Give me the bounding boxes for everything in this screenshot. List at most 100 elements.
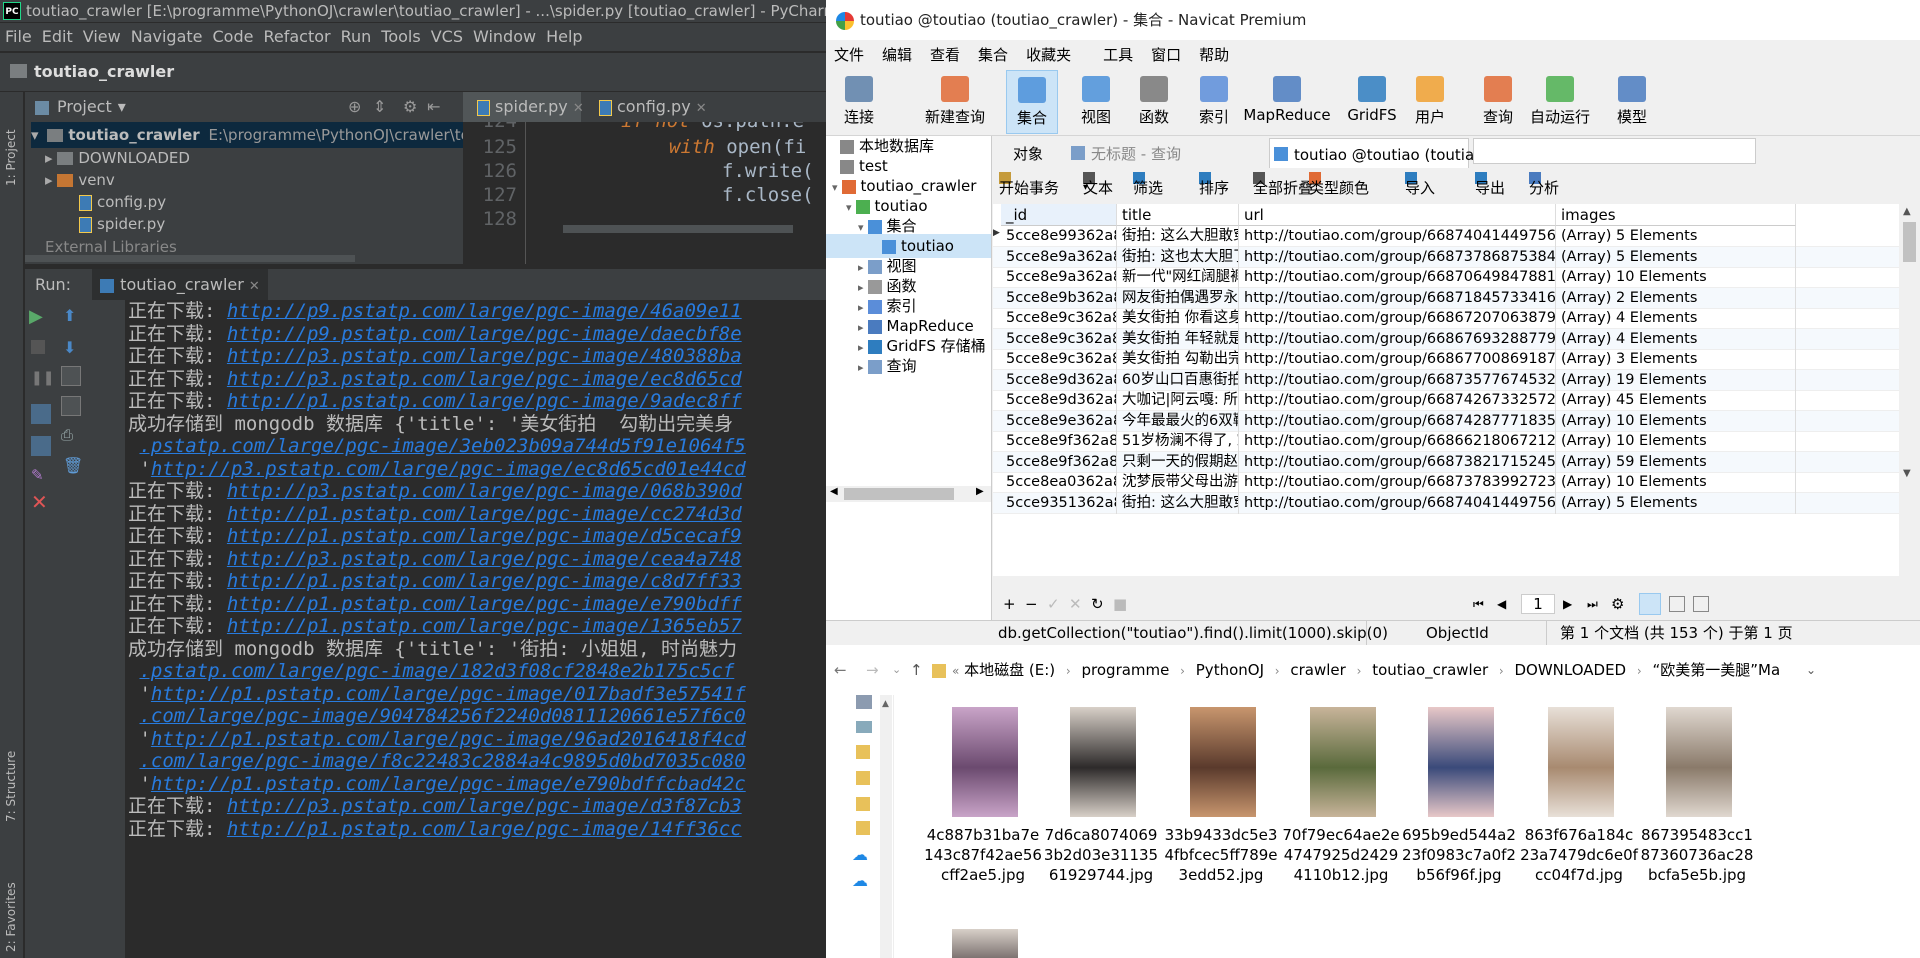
down-arrow-icon[interactable]: ⬇ — [63, 338, 83, 358]
table-cell[interactable]: http://toutiao.com/group/668735776745324… — [1239, 369, 1556, 391]
table-cell[interactable]: http://toutiao.com/group/668737839927237… — [1239, 472, 1556, 493]
toolbar-user-button[interactable]: 用户 — [1404, 70, 1456, 134]
console-link[interactable]: http://p1.pstatp.com/large/pgc-image/136… — [227, 615, 742, 637]
stop-icon[interactable] — [31, 340, 45, 354]
last-page-icon[interactable]: ⏭ — [1587, 590, 1598, 618]
grid-horizontal-scrollbar[interactable] — [993, 576, 1899, 588]
table-row[interactable]: 5cce8e9c362a8b2a2美女街拍 勾勒出完美http://toutia… — [993, 349, 1899, 370]
image-thumbnail[interactable] — [1548, 707, 1614, 817]
favorites-tool-tab[interactable]: 2: Favorites — [4, 862, 18, 952]
table-cell[interactable]: (Array) 5 Elements — [1556, 246, 1796, 268]
table-cell[interactable]: 只剩一天的假期赵佳丽 — [1117, 451, 1239, 473]
table-cell[interactable]: 5cce8e9f362a8b2a2 — [1001, 451, 1117, 473]
table-cell[interactable]: 51岁杨澜不得了, 穿 — [1117, 431, 1239, 452]
console-link[interactable]: http://p9.pstatp.com/large/pgc-image/dae… — [227, 323, 742, 345]
console-link[interactable]: http://p3.pstatp.com/large/pgc-image/480… — [227, 345, 742, 367]
gear-icon[interactable]: ⚙ — [403, 92, 417, 122]
next-page-icon[interactable]: ▶ — [1563, 590, 1572, 618]
expand-arrow-icon[interactable]: ▾ — [858, 221, 864, 234]
table-row[interactable]: ▶5cce8e99362a8b2a2街拍: 这么大胆敢穿的http://tout… — [993, 226, 1899, 247]
table-cell[interactable]: 5cce8e9b362a8b2a2 — [1001, 287, 1117, 309]
console-link[interactable]: http://p1.pstatp.com/large/pgc-image/9ad… — [227, 390, 742, 412]
console-link[interactable]: http://p3.pstatp.com/large/pgc-image/ec8… — [151, 458, 746, 480]
tab-untitled-query[interactable]: 无标题 - 查询 — [1067, 138, 1265, 168]
structure-tool-tab[interactable]: 7: Structure — [4, 732, 18, 822]
table-row[interactable]: 5cce8e9c362a8b2a2美女街拍 你看这身材http://toutia… — [993, 308, 1899, 329]
table-cell[interactable]: http://toutiao.com/group/668740414497567… — [1239, 492, 1556, 514]
add-record-icon[interactable]: + — [1003, 590, 1016, 618]
trash-icon[interactable]: 🗑 — [63, 456, 83, 476]
tab-config[interactable]: config.py ✕ — [585, 92, 707, 122]
menu-help[interactable]: Help — [541, 23, 587, 51]
toolbar-connection-button[interactable]: 连接 — [838, 70, 880, 134]
pin-icon[interactable]: ✎ — [31, 466, 51, 486]
first-page-icon[interactable]: ⏮ — [1473, 590, 1484, 618]
scroll-up-icon[interactable]: ▲ — [882, 699, 889, 709]
table-row[interactable]: 5cce8e9a362a8b2a2新一代"网红阔腿裤"走http://touti… — [993, 267, 1899, 288]
toolbar-function-button[interactable]: 函数 — [1128, 70, 1180, 134]
table-cell[interactable]: 5cce8ea0362a8b2a2 — [1001, 472, 1117, 493]
breadcrumb-item[interactable]: DOWNLOADED — [1514, 661, 1626, 679]
table-cell[interactable]: 5cce9351362a8b2e2 — [1001, 492, 1117, 514]
breadcrumb-item[interactable]: “欧美第一美腿”Ma — [1652, 661, 1780, 679]
collapse-icon[interactable]: ⇕ — [373, 92, 386, 122]
image-thumbnail[interactable] — [1310, 707, 1376, 817]
expand-arrow-icon[interactable]: ▸ — [45, 149, 53, 167]
table-cell[interactable]: (Array) 4 Elements — [1556, 308, 1796, 329]
table-row[interactable]: 5cce8e9c362a8b2a2美女街拍 年轻就是好!http://touti… — [993, 328, 1899, 350]
table-cell[interactable]: (Array) 10 Elements — [1556, 472, 1796, 493]
prev-page-icon[interactable]: ◀ — [1497, 590, 1506, 618]
close-icon[interactable]: ✕ — [31, 490, 51, 514]
image-thumbnail[interactable] — [1666, 707, 1732, 817]
table-cell[interactable]: 5cce8e9c362a8b2a2 — [1001, 308, 1117, 329]
table-cell[interactable]: 今年最最火的6双鞋 — [1117, 410, 1239, 432]
horizontal-scrollbar[interactable] — [563, 225, 793, 233]
hide-icon[interactable]: ⇤ — [427, 92, 440, 122]
menu-vcs[interactable]: VCS — [426, 23, 468, 51]
close-icon[interactable]: ✕ — [573, 101, 584, 116]
restore-layout-icon[interactable] — [31, 404, 51, 424]
expand-arrow-icon[interactable]: ▾ — [846, 201, 852, 214]
menu-run[interactable]: Run — [336, 23, 377, 51]
table-cell[interactable]: 大咖记|阿云嘎: 所谓 — [1117, 390, 1239, 411]
recent-icon[interactable]: ⌄ — [892, 655, 901, 685]
breadcrumb-item[interactable]: toutiao_crawler — [1372, 661, 1488, 679]
up-arrow-icon[interactable]: ⬆ — [63, 306, 83, 326]
pause-icon[interactable]: ❚❚ — [31, 370, 54, 390]
menu-code[interactable]: Code — [208, 23, 259, 51]
menu-favorites[interactable]: 收藏夹 — [1026, 42, 1071, 68]
table-cell[interactable]: 街拍: 这么大胆敢穿的 — [1117, 226, 1239, 247]
folder-icon[interactable] — [856, 745, 870, 759]
chevron-down-icon[interactable]: ⌄ — [1806, 655, 1816, 685]
dropdown-arrow-icon[interactable]: ▾ — [118, 97, 126, 116]
tab-spider[interactable]: spider.py ✕ — [463, 92, 584, 122]
menu-file[interactable]: File — [0, 23, 37, 51]
console-output[interactable]: 正在下载: http://p9.pstatp.com/large/pgc-ima… — [125, 300, 826, 958]
dropdown-arrow-icon[interactable]: ▾ — [1083, 172, 1088, 204]
console-link[interactable]: http://p1.pstatp.com/large/pgc-image/017… — [151, 683, 746, 705]
table-row[interactable]: 5cce8e9e362a8b2a2今年最最火的6双鞋http://toutiao… — [993, 410, 1899, 432]
table-cell[interactable]: (Array) 5 Elements — [1556, 226, 1796, 247]
table-cell[interactable]: (Array) 10 Elements — [1556, 431, 1796, 452]
table-cell[interactable]: 5cce8e9d362a8b2a2 — [1001, 390, 1117, 411]
menu-edit[interactable]: 编辑 — [882, 42, 912, 68]
print-icon[interactable]: ⎙ — [61, 426, 81, 446]
table-row[interactable]: 5cce9351362a8b2e2街拍: 这么大胆敢穿的http://touti… — [993, 492, 1899, 514]
scroll-to-end-icon[interactable] — [61, 396, 81, 416]
table-cell[interactable]: (Array) 19 Elements — [1556, 369, 1796, 391]
folder-icon[interactable] — [856, 797, 870, 811]
table-row[interactable]: 5cce8e9b362a8b2a2网友街拍偶遇罗永浩!http://toutia… — [993, 287, 1899, 309]
image-thumbnail[interactable] — [952, 929, 1018, 958]
image-thumbnail[interactable] — [1070, 707, 1136, 817]
back-icon[interactable]: ← — [834, 655, 847, 685]
console-link[interactable]: http://p1.pstatp.com/large/pgc-image/14f… — [227, 818, 742, 840]
soft-wrap-icon[interactable] — [61, 366, 81, 386]
table-cell[interactable]: (Array) 5 Elements — [1556, 492, 1796, 514]
column-header-images[interactable]: images — [1556, 204, 1796, 226]
file-name[interactable]: 863f676a184c23a7479dc6e0fcc04f7d.jpg — [1520, 825, 1638, 885]
table-row[interactable]: 5cce8e9f362a8b2a2只剩一天的假期赵佳丽http://toutia… — [993, 451, 1899, 473]
scroll-left-icon[interactable]: ◀ — [830, 486, 838, 497]
file-name[interactable]: 695b9ed544a223f0983c7a0f2b56f96f.jpg — [1400, 825, 1518, 885]
table-cell[interactable]: http://toutiao.com/group/668718457334163… — [1239, 287, 1556, 309]
this-pc-icon[interactable] — [856, 695, 872, 709]
